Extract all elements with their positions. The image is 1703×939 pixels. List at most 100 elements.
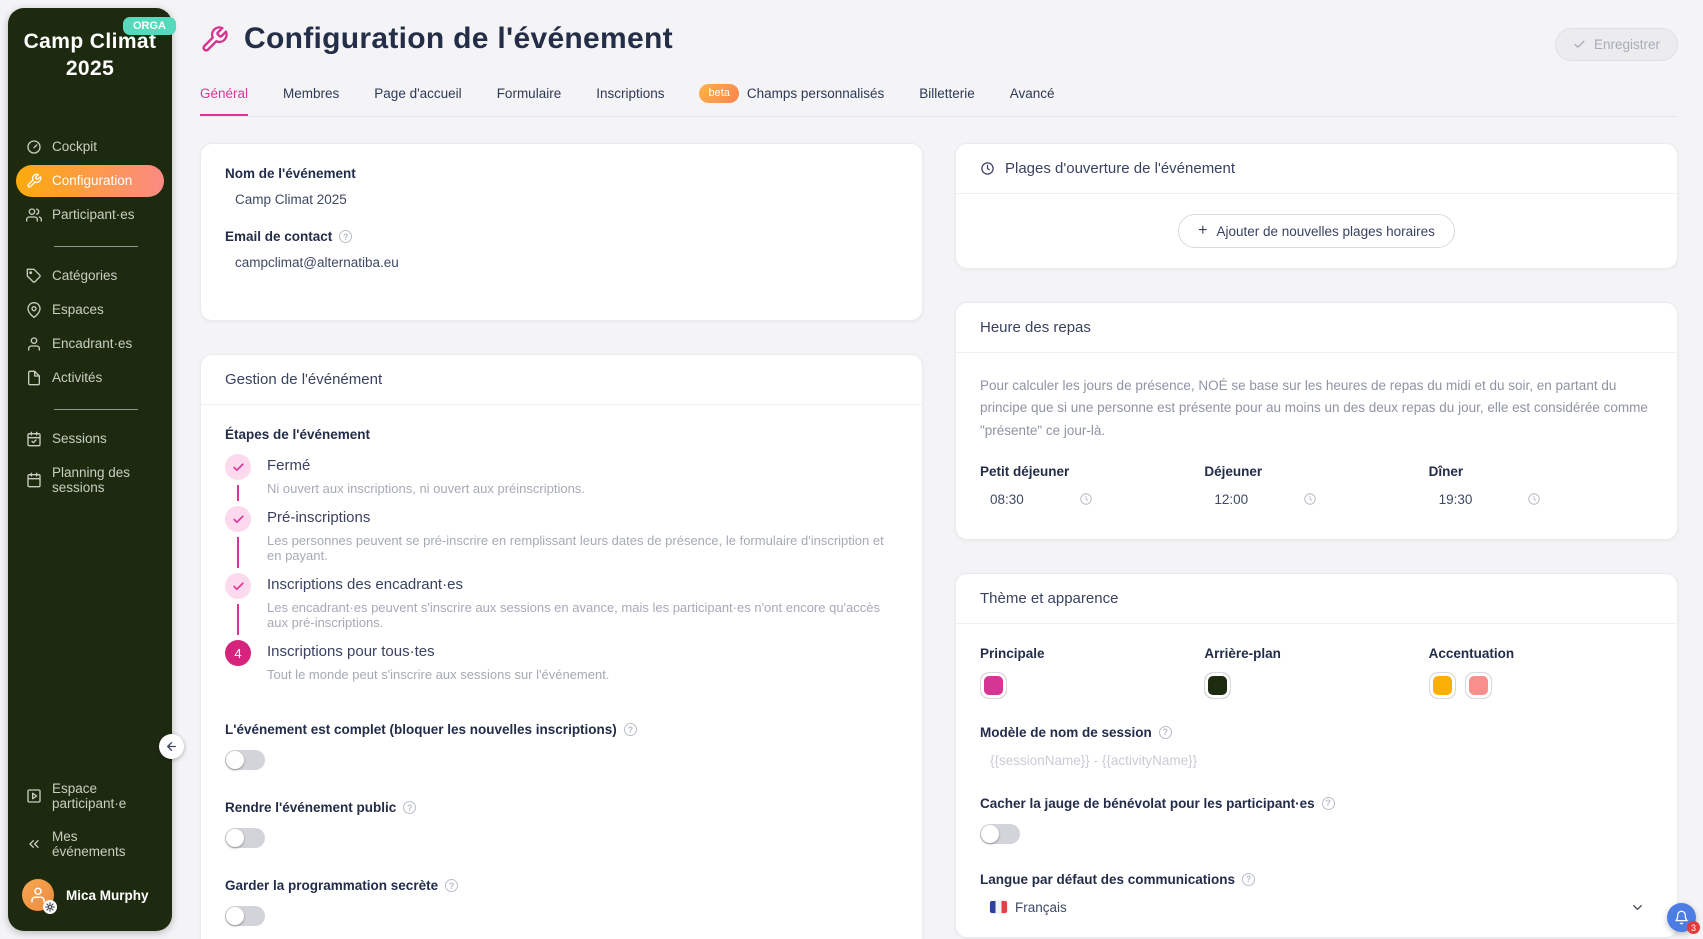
gauge-icon: [26, 139, 42, 155]
help-icon[interactable]: ?: [403, 801, 417, 814]
orga-badge: ORGA: [123, 17, 176, 35]
step-description: Tout le monde peut s'inscrire aux sessio…: [267, 667, 610, 682]
clock-icon[interactable]: [1303, 492, 1317, 506]
tab-general[interactable]: Général: [200, 86, 249, 116]
step-description: Les encadrant·es peuvent s'inscrire aux …: [267, 600, 880, 630]
tab-champs-personnalises[interactable]: beta Champs personnalisés: [699, 84, 884, 116]
breakfast-time-input[interactable]: 08:30: [990, 492, 1024, 507]
arriere-plan-label: Arrière-plan: [1204, 645, 1281, 661]
contact-email-input[interactable]: campclimat@alternatiba.eu: [225, 244, 898, 270]
sidebar-nav-main: Cockpit Configuration Participant·es: [8, 131, 172, 233]
save-button[interactable]: Enregistrer: [1554, 28, 1678, 61]
tag-icon: [26, 268, 42, 284]
event-full-toggle[interactable]: [225, 750, 265, 770]
repas-card: Heure des repas Pour calculer les jours …: [955, 302, 1678, 540]
tab-inscriptions[interactable]: Inscriptions: [596, 86, 664, 114]
secret-program-toggle[interactable]: [225, 906, 265, 926]
help-icon[interactable]: ?: [339, 230, 353, 243]
sidebar-collapse-button[interactable]: [159, 734, 184, 759]
clock-icon[interactable]: [1527, 492, 1541, 506]
breakfast-label: Petit déjeuner: [980, 463, 1070, 479]
clock-icon: [980, 161, 995, 176]
accent-color-swatch-2[interactable]: [1464, 671, 1492, 699]
step-connector: [237, 485, 239, 501]
language-select[interactable]: Français: [980, 900, 1653, 915]
sidebar-item-categories[interactable]: Catégories: [16, 260, 164, 292]
avatar: [22, 879, 57, 914]
tab-formulaire[interactable]: Formulaire: [497, 86, 562, 114]
tab-page-accueil[interactable]: Page d'accueil: [374, 86, 461, 114]
sidebar-item-label: Configuration: [52, 173, 133, 189]
gestion-card-title: Gestion de l'événément: [225, 371, 383, 388]
sidebar-item-planning-sessions[interactable]: Planning des sessions: [16, 457, 164, 503]
repas-card-title: Heure des repas: [980, 319, 1091, 336]
sidebar-item-sessions[interactable]: Sessions: [16, 423, 164, 455]
sidebar-item-encadrants[interactable]: Encadrant·es: [16, 328, 164, 360]
plages-card: Plages d'ouverture de l'événement + Ajou…: [955, 143, 1678, 269]
add-time-slots-button[interactable]: + Ajouter de nouvelles plages horaires: [1178, 214, 1455, 248]
notifications-button[interactable]: 3: [1667, 903, 1700, 934]
event-public-toggle[interactable]: [225, 828, 265, 848]
dinner-time-input[interactable]: 19:30: [1439, 492, 1473, 507]
step-pre-inscriptions: Pré-inscriptions Les personnes peuvent s…: [225, 506, 898, 573]
step-number-badge[interactable]: 4: [225, 640, 251, 666]
tab-bar: Général Membres Page d'accueil Formulair…: [200, 84, 1678, 117]
bell-icon: [1675, 910, 1688, 925]
play-square-icon: [26, 788, 42, 804]
clock-icon[interactable]: [1079, 492, 1093, 506]
sidebar-item-configuration[interactable]: Configuration: [16, 164, 164, 197]
help-icon[interactable]: ?: [1242, 872, 1256, 886]
sidebar-item-label: Planning des sessions: [52, 464, 131, 495]
session-template-input[interactable]: {{sessionName}} - {{activityName}}: [980, 740, 1653, 768]
contact-email-label: Email de contact: [225, 229, 333, 244]
sidebar-item-espaces[interactable]: Espaces: [16, 294, 164, 326]
principale-label: Principale: [980, 645, 1045, 661]
plus-icon: +: [1198, 222, 1208, 239]
general-info-card: Nom de l'événement Camp Climat 2025 Emai…: [200, 143, 923, 321]
event-full-toggle-group: L'événement est complet (bloquer les nou…: [225, 722, 898, 770]
event-public-label: Rendre l'événement public: [225, 800, 397, 815]
wrench-icon: [200, 25, 229, 54]
sidebar-item-participants[interactable]: Participant·es: [16, 199, 164, 231]
sidebar-item-espace-participant[interactable]: Espace participant·e: [16, 773, 164, 819]
arriere-plan-color-group: Arrière-plan: [1204, 646, 1428, 699]
theme-card: Thème et apparence Principale Arrière-pl…: [955, 572, 1678, 938]
help-icon[interactable]: ?: [1158, 725, 1172, 739]
step-inscriptions-tous: 4 Inscriptions pour tous·tes Tout le mon…: [225, 640, 898, 692]
sidebar-divider: [54, 245, 138, 247]
principale-color-swatch[interactable]: [980, 671, 1007, 699]
tab-avance[interactable]: Avancé: [1010, 86, 1055, 114]
breakfast-field: Petit déjeuner 08:30: [980, 464, 1204, 517]
tab-membres[interactable]: Membres: [283, 86, 339, 114]
french-flag-icon: [990, 901, 1007, 914]
map-pin-icon: [26, 301, 42, 318]
beta-badge: beta: [699, 84, 739, 103]
event-name-input[interactable]: Camp Climat 2025: [225, 181, 898, 207]
help-icon[interactable]: ?: [445, 879, 459, 892]
sidebar-item-mes-evenements[interactable]: Mes événements: [16, 821, 164, 867]
lunch-time-input[interactable]: 12:00: [1214, 492, 1248, 507]
language-value: Français: [1015, 899, 1067, 915]
check-icon: [1574, 40, 1585, 48]
sidebar-item-activites[interactable]: Activités: [16, 362, 164, 394]
help-icon[interactable]: ?: [1321, 796, 1335, 810]
step-check-icon[interactable]: [225, 454, 251, 480]
accent-color-swatch-1[interactable]: [1428, 671, 1456, 699]
step-check-icon[interactable]: [225, 506, 251, 532]
sidebar-item-cockpit[interactable]: Cockpit: [16, 131, 164, 163]
step-ferme: Fermé Ni ouvert aux inscriptions, ni ouv…: [225, 454, 898, 506]
note-icon: [26, 370, 42, 386]
arriere-plan-color-swatch[interactable]: [1204, 671, 1232, 699]
lunch-label: Déjeuner: [1204, 463, 1263, 479]
app-root: ORGA Camp Climat 2025 Cockpit Configurat…: [0, 0, 1703, 939]
sidebar-item-label: Activités: [52, 370, 103, 386]
hide-gauge-toggle[interactable]: [980, 823, 1020, 844]
notification-count-badge: 3: [1687, 921, 1700, 934]
tab-billetterie[interactable]: Billetterie: [919, 86, 975, 114]
user-name: Mica Murphy: [66, 887, 149, 903]
repas-description: Pour calculer les jours de présence, NOÉ…: [980, 378, 1648, 438]
help-icon[interactable]: ?: [623, 723, 637, 736]
sidebar-item-label: Participant·es: [52, 207, 135, 223]
user-menu[interactable]: Mica Murphy: [8, 869, 172, 925]
step-check-icon[interactable]: [225, 573, 251, 599]
